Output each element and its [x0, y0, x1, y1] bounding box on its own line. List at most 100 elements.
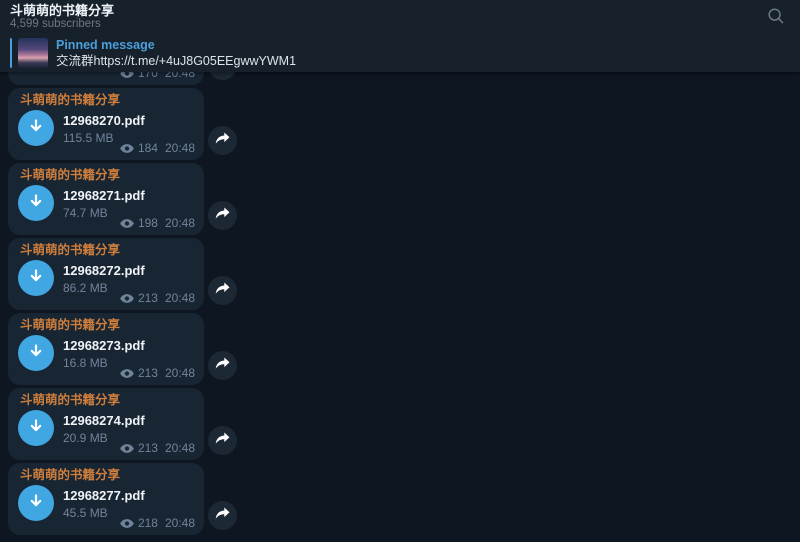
message-time: 20:48	[165, 217, 195, 230]
forward-button[interactable]	[208, 426, 237, 455]
message-bubble[interactable]: 斗萌萌的书籍分享 12968272.pdf 86.2 MB	[8, 238, 204, 310]
message-bubble-partial[interactable]: 170 20:48	[8, 72, 204, 85]
forward-arrow-icon	[215, 432, 230, 450]
message-sender[interactable]: 斗萌萌的书籍分享	[18, 393, 194, 408]
download-file-button[interactable]	[18, 110, 54, 146]
message-sender[interactable]: 斗萌萌的书籍分享	[18, 168, 194, 183]
pinned-message-text: 交流群https://t.me/+4uJ8G05EEgwwYWM1	[56, 53, 296, 69]
message-sender[interactable]: 斗萌萌的书籍分享	[18, 243, 194, 258]
message-sender[interactable]: 斗萌萌的书籍分享	[18, 468, 194, 483]
file-name[interactable]: 12968274.pdf	[63, 413, 145, 428]
forward-button[interactable]	[208, 126, 237, 155]
download-file-button[interactable]	[18, 185, 54, 221]
message-bubble[interactable]: 斗萌萌的书籍分享 12968274.pdf 20.9 MB	[8, 388, 204, 460]
forward-button[interactable]	[208, 501, 237, 530]
eye-icon	[120, 444, 134, 453]
forward-arrow-icon	[215, 132, 230, 150]
file-name[interactable]: 12968272.pdf	[63, 263, 145, 278]
download-arrow-icon	[27, 267, 45, 290]
file-info: 12968273.pdf 16.8 MB	[63, 335, 145, 371]
forward-arrow-icon	[215, 72, 230, 75]
forward-button[interactable]	[208, 201, 237, 230]
file-info: 12968271.pdf 74.7 MB	[63, 185, 145, 221]
download-file-button[interactable]	[18, 335, 54, 371]
channel-header[interactable]: 斗萌萌的书籍分享 4,599 subscribers	[0, 0, 800, 33]
message-meta: 213 20:48	[120, 292, 195, 305]
message-list: 斗萌萌的书籍分享 12968270.pdf 115.5 MB	[0, 88, 800, 535]
view-count: 213	[138, 367, 158, 380]
forward-arrow-icon	[215, 282, 230, 300]
message-row: 斗萌萌的书籍分享 12968272.pdf 86.2 MB	[8, 238, 800, 310]
message-time: 20:48	[165, 142, 195, 155]
file-name[interactable]: 12968277.pdf	[63, 488, 145, 503]
download-arrow-icon	[27, 417, 45, 440]
download-arrow-icon	[27, 342, 45, 365]
pinned-label: Pinned message	[56, 37, 296, 53]
file-info: 12968270.pdf 115.5 MB	[63, 110, 145, 146]
message-sender[interactable]: 斗萌萌的书籍分享	[18, 318, 194, 333]
forward-button[interactable]	[208, 351, 237, 380]
view-count: 184	[138, 142, 158, 155]
message-meta: 198 20:48	[120, 217, 195, 230]
channel-subscribers: 4,599 subscribers	[10, 18, 114, 31]
download-arrow-icon	[27, 117, 45, 140]
message-bubble[interactable]: 斗萌萌的书籍分享 12968270.pdf 115.5 MB	[8, 88, 204, 160]
forward-arrow-icon	[215, 207, 230, 225]
message-bubble[interactable]: 斗萌萌的书籍分享 12968271.pdf 74.7 MB	[8, 163, 204, 235]
file-info: 12968277.pdf 45.5 MB	[63, 485, 145, 521]
eye-icon	[120, 144, 134, 153]
channel-title: 斗萌萌的书籍分享	[10, 3, 114, 18]
message-row: 斗萌萌的书籍分享 12968273.pdf 16.8 MB	[8, 313, 800, 385]
message-sender[interactable]: 斗萌萌的书籍分享	[18, 93, 194, 108]
forward-button[interactable]	[208, 276, 237, 305]
message-bubble[interactable]: 斗萌萌的书籍分享 12968277.pdf 45.5 MB	[8, 463, 204, 535]
message-time: 20:48	[165, 517, 195, 530]
download-file-button[interactable]	[18, 260, 54, 296]
message-meta: 213 20:48	[120, 367, 195, 380]
file-name[interactable]: 12968273.pdf	[63, 338, 145, 353]
message-meta: 218 20:48	[120, 517, 195, 530]
eye-icon	[120, 369, 134, 378]
chat-history[interactable]: 170 20:48 斗萌萌的书籍分享	[0, 72, 800, 542]
download-file-button[interactable]	[18, 485, 54, 521]
eye-icon	[120, 519, 134, 528]
channel-info[interactable]: 斗萌萌的书籍分享 4,599 subscribers	[10, 3, 114, 31]
message-time: 20:48	[165, 367, 195, 380]
file-info: 12968274.pdf 20.9 MB	[63, 410, 145, 446]
pinned-indicator-bar	[10, 38, 12, 68]
eye-icon	[120, 294, 134, 303]
file-info: 12968272.pdf 86.2 MB	[63, 260, 145, 296]
message-row-partial: 170 20:48	[8, 72, 800, 85]
eye-icon	[120, 219, 134, 228]
message-meta: 170 20:48	[120, 72, 195, 80]
download-arrow-icon	[27, 192, 45, 215]
search-button[interactable]	[764, 6, 788, 30]
forward-arrow-icon	[215, 507, 230, 525]
download-arrow-icon	[27, 492, 45, 515]
view-count: 213	[138, 292, 158, 305]
file-name[interactable]: 12968271.pdf	[63, 188, 145, 203]
message-time: 20:48	[165, 292, 195, 305]
forward-button[interactable]	[208, 72, 237, 80]
message-bubble[interactable]: 斗萌萌的书籍分享 12968273.pdf 16.8 MB	[8, 313, 204, 385]
message-time: 20:48	[165, 442, 195, 455]
pinned-thumbnail	[18, 38, 48, 68]
file-name[interactable]: 12968270.pdf	[63, 113, 145, 128]
message-row: 斗萌萌的书籍分享 12968274.pdf 20.9 MB	[8, 388, 800, 460]
message-time: 20:48	[165, 72, 195, 80]
eye-icon	[120, 72, 134, 78]
message-meta: 213 20:48	[120, 442, 195, 455]
message-row: 斗萌萌的书籍分享 12968277.pdf 45.5 MB	[8, 463, 800, 535]
view-count: 218	[138, 517, 158, 530]
message-row: 斗萌萌的书籍分享 12968270.pdf 115.5 MB	[8, 88, 800, 160]
view-count: 213	[138, 442, 158, 455]
search-icon	[766, 6, 786, 31]
view-count: 198	[138, 217, 158, 230]
forward-arrow-icon	[215, 357, 230, 375]
message-meta: 184 20:48	[120, 142, 195, 155]
view-count: 170	[138, 72, 158, 80]
message-row: 斗萌萌的书籍分享 12968271.pdf 74.7 MB	[8, 163, 800, 235]
pinned-text-block: Pinned message 交流群https://t.me/+4uJ8G05E…	[56, 37, 296, 69]
download-file-button[interactable]	[18, 410, 54, 446]
pinned-message-bar[interactable]: Pinned message 交流群https://t.me/+4uJ8G05E…	[0, 33, 800, 72]
